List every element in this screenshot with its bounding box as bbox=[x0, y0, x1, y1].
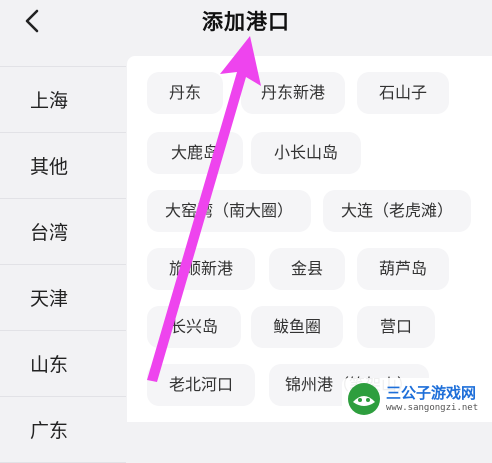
region-sidebar: 上海 其他 台湾 天津 山东 广东 bbox=[0, 66, 126, 463]
port-chip[interactable]: 鲅鱼圈 bbox=[251, 306, 343, 348]
sidebar-item-label: 台湾 bbox=[30, 222, 69, 244]
watermark-title: 三公子游戏网 bbox=[386, 383, 477, 402]
port-chip[interactable]: 营口 bbox=[357, 306, 435, 348]
port-chip[interactable]: 小长山岛 bbox=[251, 132, 361, 174]
site-watermark: 三公子游戏网 www.sangongzi.net bbox=[342, 378, 488, 420]
port-chip[interactable]: 旅顺新港 bbox=[147, 248, 255, 290]
sidebar-item-other[interactable]: 其他 bbox=[0, 133, 126, 199]
port-chip[interactable]: 大窑湾（南大圈） bbox=[147, 190, 311, 232]
sidebar-item-shanghai[interactable]: 上海 bbox=[0, 67, 126, 133]
watermark-logo-icon bbox=[348, 383, 380, 415]
watermark-url: www.sangongzi.net bbox=[386, 402, 479, 413]
port-chip[interactable]: 丹东新港 bbox=[241, 72, 345, 114]
sidebar-item-shandong[interactable]: 山东 bbox=[0, 331, 126, 397]
sidebar-item-label: 上海 bbox=[30, 90, 69, 112]
sidebar-item-label: 山东 bbox=[30, 354, 69, 376]
header-bar: 添加港口 bbox=[0, 0, 492, 46]
sidebar-item-label: 其他 bbox=[30, 156, 69, 178]
page-title: 添加港口 bbox=[202, 10, 290, 34]
sidebar-item-label: 广东 bbox=[30, 420, 69, 442]
sidebar-item-tianjin[interactable]: 天津 bbox=[0, 265, 126, 331]
port-chip[interactable]: 葫芦岛 bbox=[357, 248, 449, 290]
port-chip[interactable]: 大连（老虎滩） bbox=[323, 190, 471, 232]
port-chip[interactable]: 金县 bbox=[269, 248, 345, 290]
port-chip[interactable]: 丹东 bbox=[147, 72, 223, 114]
sidebar-item-guangdong[interactable]: 广东 bbox=[0, 397, 126, 463]
port-chip[interactable]: 石山子 bbox=[357, 72, 449, 114]
port-chip[interactable]: 老北河口 bbox=[147, 364, 255, 406]
sidebar-item-taiwan[interactable]: 台湾 bbox=[0, 199, 126, 265]
port-list-panel: 丹东 丹东新港 石山子 大鹿岛 小长山岛 大窑湾（南大圈） 大连（老虎滩） 旅顺… bbox=[127, 56, 492, 422]
sidebar-item-label: 天津 bbox=[30, 288, 69, 310]
port-chip[interactable]: 长兴岛 bbox=[147, 306, 241, 348]
port-chip[interactable]: 大鹿岛 bbox=[147, 132, 243, 174]
